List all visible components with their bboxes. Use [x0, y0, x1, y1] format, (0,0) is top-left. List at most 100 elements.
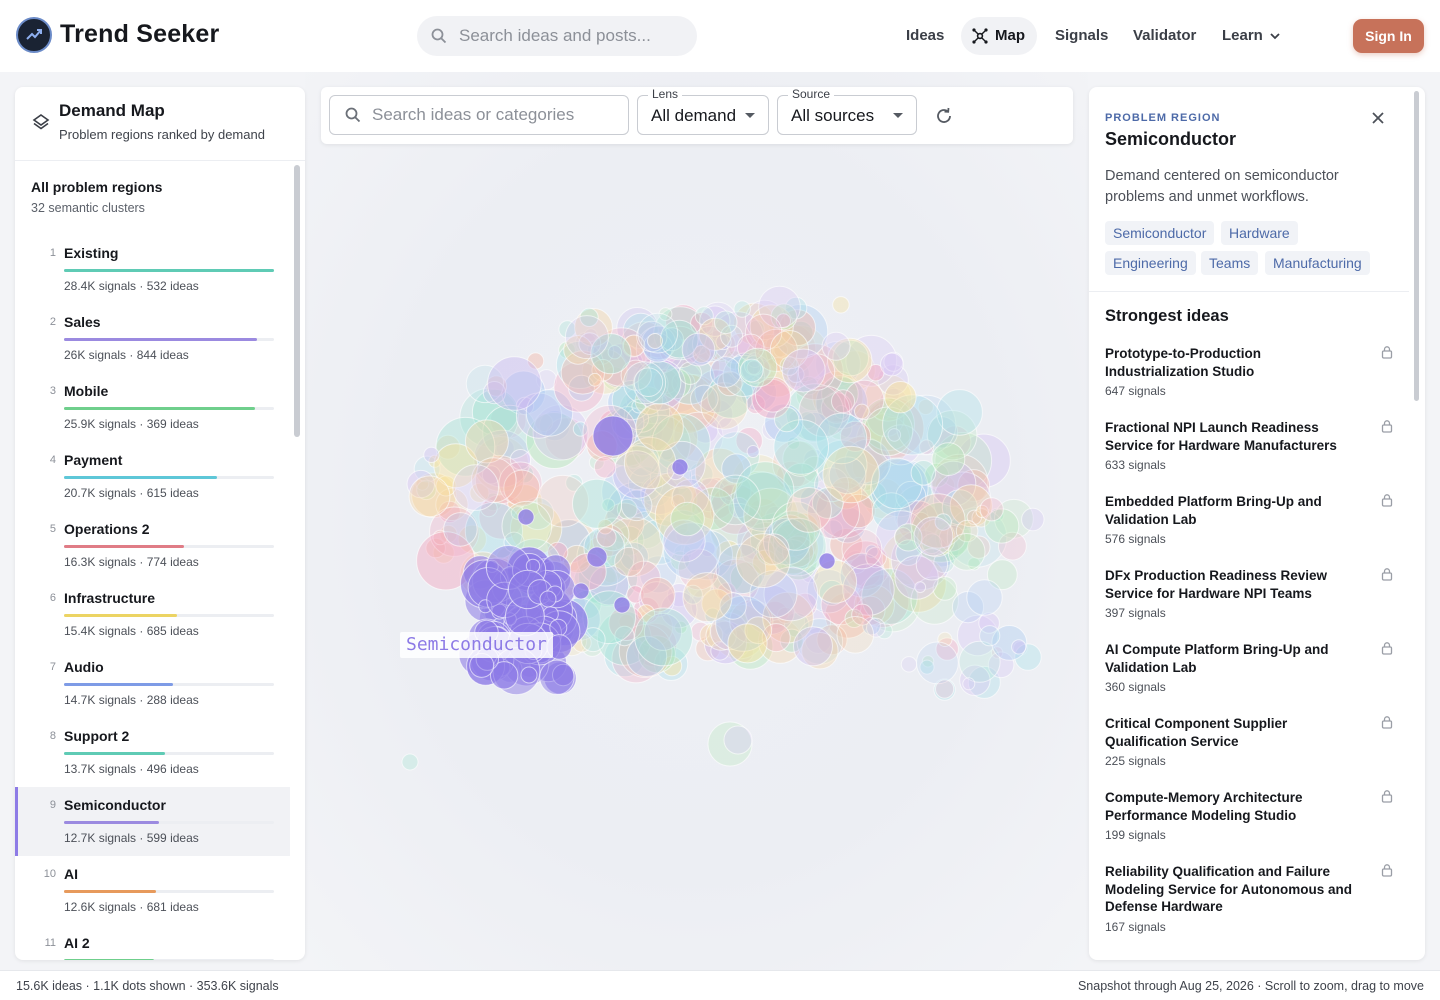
cluster-dot[interactable]	[572, 478, 622, 529]
cluster-dot[interactable]	[635, 403, 684, 452]
region-item[interactable]: 7 Audio 14.7K signals · 288 ideas	[15, 649, 290, 718]
cluster-dot[interactable]	[633, 367, 664, 397]
cluster-dot[interactable]	[593, 456, 617, 479]
cluster-dot[interactable]	[979, 497, 1004, 522]
tag-chip[interactable]: Semiconductor	[1105, 221, 1215, 245]
lens-select[interactable]: Lens All demand	[637, 87, 769, 135]
cluster-dot[interactable]	[913, 516, 954, 557]
cluster-dot[interactable]	[517, 508, 535, 526]
cluster-dot[interactable]	[539, 590, 557, 608]
idea-item[interactable]: Reliability Qualification and Failure Mo…	[1105, 863, 1405, 934]
cluster-dot[interactable]	[520, 666, 538, 684]
cluster-dot[interactable]	[880, 352, 904, 377]
left-scrollbar[interactable]	[294, 165, 300, 437]
cluster-dot[interactable]	[408, 475, 451, 518]
cluster-dot[interactable]	[596, 527, 617, 548]
nav-ideas[interactable]: Ideas	[906, 17, 944, 55]
idea-item[interactable]: Embedded Platform Bring-Up and Validatio…	[1105, 493, 1405, 546]
cluster-dot[interactable]	[935, 679, 955, 699]
tag-chip[interactable]: Engineering	[1105, 251, 1196, 275]
cluster-dot[interactable]	[614, 546, 645, 577]
cluster-dot[interactable]	[647, 333, 663, 349]
cluster-dot[interactable]	[723, 725, 753, 755]
cluster-dot[interactable]	[832, 296, 850, 314]
cluster-dot[interactable]	[401, 753, 419, 771]
cluster-dot[interactable]	[452, 464, 499, 511]
cluster-dot[interactable]	[727, 623, 768, 664]
cluster-dot[interactable]	[781, 348, 826, 393]
cluster-dot[interactable]	[931, 442, 966, 477]
category-search-input[interactable]: Search ideas or categories	[329, 95, 629, 135]
cluster-dot[interactable]	[634, 607, 694, 667]
cluster-dot[interactable]	[588, 372, 602, 387]
tag-chip[interactable]: Hardware	[1221, 221, 1298, 245]
cluster-dot[interactable]	[613, 596, 631, 614]
region-item[interactable]: 3 Mobile 25.9K signals · 369 ideas	[15, 373, 290, 442]
region-item[interactable]: 8 Support 2 13.7K signals · 496 ideas	[15, 718, 290, 787]
cluster-dot[interactable]	[910, 460, 937, 486]
region-item[interactable]: 11 AI 2	[15, 925, 290, 960]
cluster-dot[interactable]	[822, 445, 880, 504]
cluster-dot[interactable]	[979, 625, 1001, 647]
region-item[interactable]: 6 Infrastructure 15.4K signals · 685 ideas	[15, 580, 290, 649]
idea-item[interactable]: Critical Component Supplier Qualificatio…	[1105, 715, 1405, 768]
cluster-dot[interactable]	[564, 315, 609, 360]
cluster-dot[interactable]	[793, 626, 833, 667]
cluster-dot[interactable]	[746, 445, 760, 458]
cluster-dot[interactable]	[733, 300, 751, 318]
cluster-dot[interactable]	[900, 656, 918, 673]
cluster-dot[interactable]	[670, 501, 705, 537]
cluster-dot[interactable]	[739, 358, 764, 383]
right-scrollbar[interactable]	[1414, 91, 1419, 401]
cluster-dot[interactable]	[592, 415, 634, 457]
cluster-dot[interactable]	[914, 581, 927, 594]
cluster-dot[interactable]	[1021, 507, 1045, 532]
idea-item[interactable]: Fractional NPI Launch Readiness Service …	[1105, 419, 1405, 472]
region-item[interactable]: 4 Payment 20.7K signals · 615 ideas	[15, 442, 290, 511]
cluster-dot[interactable]	[682, 572, 733, 623]
cluster-dot[interactable]	[710, 474, 761, 526]
cluster-dot[interactable]	[936, 389, 983, 436]
tag-chip[interactable]: Manufacturing	[1265, 251, 1370, 275]
cluster-dot[interactable]	[714, 310, 738, 335]
cluster-dot[interactable]	[786, 487, 832, 533]
cluster-dot[interactable]	[671, 458, 689, 476]
bubble-cluster-map[interactable]	[305, 144, 1088, 970]
cluster-dot[interactable]	[487, 356, 542, 411]
cluster-dot[interactable]	[821, 331, 851, 361]
region-item[interactable]: 9 Semiconductor 12.7K signals · 599 ideas	[15, 787, 290, 856]
idea-item[interactable]: DFx Production Readiness Review Service …	[1105, 567, 1405, 620]
cluster-dot[interactable]	[464, 419, 509, 464]
cluster-dot[interactable]	[947, 533, 986, 571]
cluster-dot[interactable]	[836, 616, 875, 654]
source-select[interactable]: Source All sources	[777, 87, 917, 135]
close-icon[interactable]	[1370, 110, 1386, 126]
nav-validator[interactable]: Validator	[1133, 17, 1196, 55]
cluster-dot[interactable]	[681, 332, 716, 367]
cluster-dot[interactable]	[539, 659, 575, 695]
cluster-dot[interactable]	[884, 381, 917, 414]
all-regions-item[interactable]: All problem regions 32 semantic clusters	[31, 179, 162, 215]
reset-view-button[interactable]	[933, 105, 955, 132]
idea-item[interactable]: AI Compute Platform Bring-Up and Validat…	[1105, 641, 1405, 694]
cluster-dot[interactable]	[831, 389, 855, 414]
cluster-dot[interactable]	[423, 446, 440, 463]
cluster-dot[interactable]	[854, 403, 870, 420]
region-item[interactable]: 2 Sales 26K signals · 844 ideas	[15, 304, 290, 373]
cluster-dot[interactable]	[813, 559, 858, 604]
region-item[interactable]: 1 Existing 28.4K signals · 532 ideas	[15, 235, 290, 304]
idea-item[interactable]: Compute-Memory Architecture Performance …	[1105, 789, 1405, 842]
region-item[interactable]: 5 Operations 2 16.3K signals · 774 ideas	[15, 511, 290, 580]
nav-map[interactable]: Map	[961, 17, 1037, 55]
nav-learn[interactable]: Learn	[1222, 17, 1281, 55]
region-item[interactable]: 10 AI 12.6K signals · 681 ideas	[15, 856, 290, 925]
cluster-dot[interactable]	[586, 546, 608, 568]
cluster-dot[interactable]	[735, 533, 791, 589]
cluster-dot[interactable]	[572, 582, 590, 600]
tag-chip[interactable]: Teams	[1201, 251, 1259, 275]
cluster-dot[interactable]	[962, 677, 976, 691]
cluster-dot[interactable]	[966, 579, 1003, 616]
cluster-dot[interactable]	[916, 641, 959, 685]
cluster-dot[interactable]	[841, 528, 883, 570]
sign-in-button[interactable]: Sign In	[1353, 19, 1424, 53]
